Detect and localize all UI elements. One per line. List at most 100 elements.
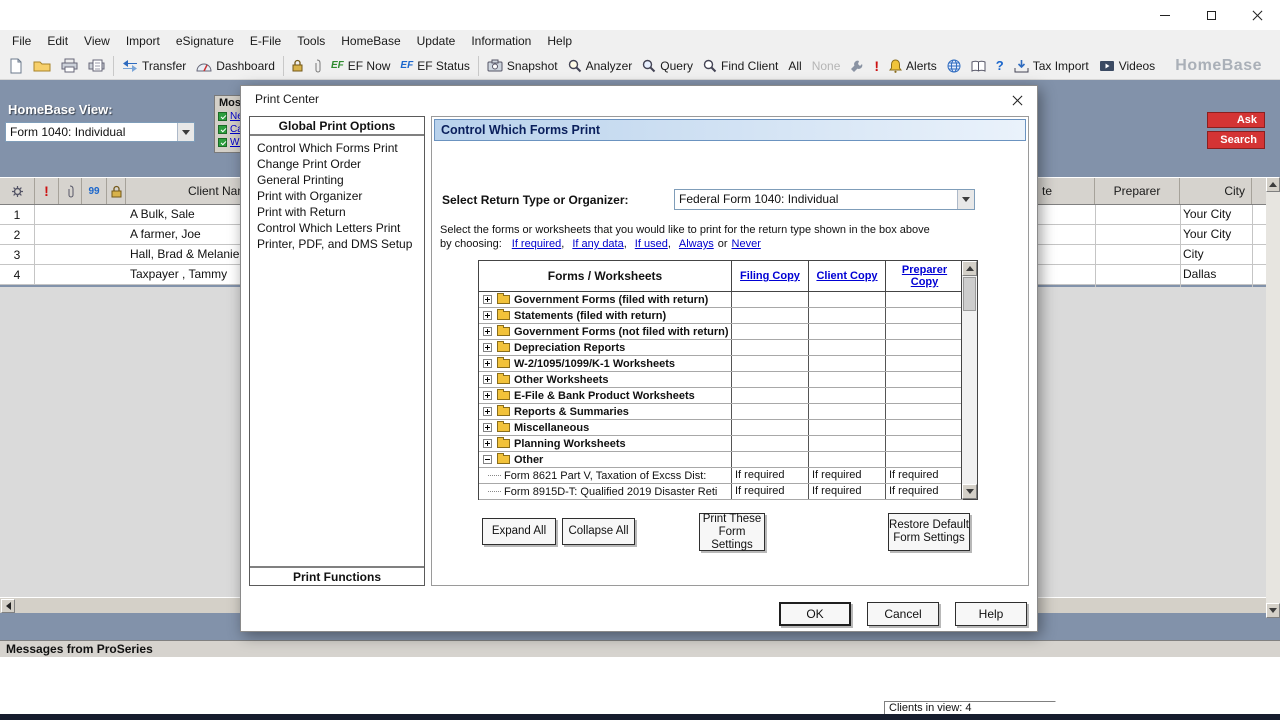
nav-item-general-printing[interactable]: General Printing xyxy=(250,172,424,188)
client-copy-cell[interactable] xyxy=(808,356,885,371)
minimize-button[interactable] xyxy=(1142,0,1188,30)
tree-folder-row[interactable]: Reports & Summaries xyxy=(479,404,963,420)
filing-copy-cell[interactable] xyxy=(731,388,808,403)
menu-esignature[interactable]: eSignature xyxy=(168,32,242,50)
tree-folder-row[interactable]: Other Worksheets xyxy=(479,372,963,388)
new-button[interactable] xyxy=(4,54,28,78)
ask-button[interactable]: Ask xyxy=(1207,112,1265,128)
cancel-button[interactable]: Cancel xyxy=(867,602,939,626)
scroll-up-button[interactable] xyxy=(962,261,977,276)
scroll-up-button[interactable] xyxy=(1266,177,1280,192)
filing-copy-cell[interactable]: If required xyxy=(731,468,808,483)
menu-view[interactable]: View xyxy=(76,32,118,50)
tree-folder-row[interactable]: Planning Worksheets xyxy=(479,436,963,452)
filing-copy-column-header[interactable]: Filing Copy xyxy=(731,261,808,291)
vertical-scrollbar[interactable] xyxy=(1266,177,1280,618)
tree-folder-row[interactable]: Government Forms (not filed with return) xyxy=(479,324,963,340)
nav-item-print-with-organizer[interactable]: Print with Organizer xyxy=(250,188,424,204)
menu-edit[interactable]: Edit xyxy=(39,32,76,50)
attachment-column-header[interactable] xyxy=(59,178,82,204)
expand-all-button[interactable]: Expand All xyxy=(482,518,556,545)
filing-copy-cell[interactable]: If required xyxy=(731,484,808,499)
nav-item-change-print-order[interactable]: Change Print Order xyxy=(250,156,424,172)
ok-button[interactable]: OK xyxy=(779,602,851,626)
preparer-copy-column-header[interactable]: Preparer Copy xyxy=(885,261,963,291)
videos-button[interactable]: Videos xyxy=(1094,54,1160,78)
dialog-close-button[interactable] xyxy=(1009,92,1025,108)
collapse-all-button[interactable]: Collapse All xyxy=(562,518,635,545)
client-copy-cell[interactable] xyxy=(808,388,885,403)
filing-copy-cell[interactable] xyxy=(731,356,808,371)
preparer-copy-cell[interactable] xyxy=(885,452,963,467)
expand-icon[interactable] xyxy=(483,327,492,336)
web-button[interactable] xyxy=(942,54,966,78)
ef-column-header[interactable]: 99 xyxy=(82,178,107,204)
filing-copy-cell[interactable] xyxy=(731,340,808,355)
tree-folder-row[interactable]: Government Forms (filed with return) xyxy=(479,292,963,308)
tree-leaf-row[interactable]: Form 8915D-T: Qualified 2019 Disaster Re… xyxy=(479,484,963,500)
tree-leaf-row[interactable]: Form 8621 Part V, Taxation of Excss Dist… xyxy=(479,468,963,484)
preparer-copy-cell[interactable] xyxy=(885,372,963,387)
expand-icon[interactable] xyxy=(483,439,492,448)
ef-now-button[interactable]: EF EF Now xyxy=(326,54,395,78)
if-used-link[interactable]: If used xyxy=(635,238,668,250)
filing-copy-cell[interactable] xyxy=(731,404,808,419)
client-copy-cell[interactable]: If required xyxy=(808,484,885,499)
menu-tools[interactable]: Tools xyxy=(289,32,333,50)
dashboard-button[interactable]: Dashboard xyxy=(191,54,280,78)
filing-copy-cell[interactable] xyxy=(731,420,808,435)
dropdown-arrow-button[interactable] xyxy=(177,123,194,141)
close-button[interactable] xyxy=(1234,0,1280,30)
client-copy-cell[interactable] xyxy=(808,404,885,419)
filing-copy-cell[interactable] xyxy=(731,308,808,323)
preparer-copy-cell[interactable] xyxy=(885,292,963,307)
alert-column-header[interactable]: ! xyxy=(35,178,59,204)
print-button[interactable] xyxy=(56,54,83,78)
partial-column-header[interactable]: te xyxy=(1038,178,1095,204)
menu-help[interactable]: Help xyxy=(539,32,580,50)
menu-homebase[interactable]: HomeBase xyxy=(333,32,408,50)
menu-update[interactable]: Update xyxy=(409,32,464,50)
filing-copy-cell[interactable] xyxy=(731,324,808,339)
client-copy-column-header[interactable]: Client Copy xyxy=(808,261,885,291)
help-button[interactable]: ? xyxy=(991,54,1009,78)
scroll-left-button[interactable] xyxy=(1,599,15,613)
library-button[interactable] xyxy=(966,54,991,78)
preparer-copy-cell[interactable] xyxy=(885,436,963,451)
collapse-icon[interactable] xyxy=(483,455,492,464)
scrollbar-thumb[interactable] xyxy=(963,277,976,311)
filing-copy-cell[interactable] xyxy=(731,292,808,307)
analyzer-button[interactable]: Analyzer xyxy=(563,54,638,78)
print-preview-button[interactable] xyxy=(83,54,110,78)
tree-folder-row[interactable]: Miscellaneous xyxy=(479,420,963,436)
client-copy-cell[interactable] xyxy=(808,340,885,355)
client-copy-cell[interactable] xyxy=(808,420,885,435)
expand-icon[interactable] xyxy=(483,391,492,400)
menu-information[interactable]: Information xyxy=(463,32,539,50)
filing-copy-cell[interactable] xyxy=(731,372,808,387)
preparer-copy-cell[interactable]: If required xyxy=(885,468,963,483)
tools-button[interactable] xyxy=(845,54,869,78)
lock-column-header[interactable] xyxy=(107,178,126,204)
preparer-copy-cell[interactable] xyxy=(885,388,963,403)
scroll-down-button[interactable] xyxy=(1266,603,1280,618)
always-link[interactable]: Always xyxy=(679,238,714,250)
query-button[interactable]: Query xyxy=(637,54,698,78)
expand-icon[interactable] xyxy=(483,407,492,416)
snapshot-button[interactable]: Snapshot xyxy=(482,54,563,78)
tree-folder-row[interactable]: Statements (filed with return) xyxy=(479,308,963,324)
client-copy-cell[interactable] xyxy=(808,324,885,339)
tree-folder-row[interactable]: W-2/1095/1099/K-1 Worksheets xyxy=(479,356,963,372)
client-copy-cell[interactable] xyxy=(808,452,885,467)
find-client-button[interactable]: Find Client xyxy=(698,54,783,78)
scroll-down-button[interactable] xyxy=(962,484,977,499)
client-copy-cell[interactable] xyxy=(808,308,885,323)
filing-copy-cell[interactable] xyxy=(731,452,808,467)
restore-default-form-settings-button[interactable]: Restore Default Form Settings xyxy=(888,513,970,551)
forms-table-scrollbar[interactable] xyxy=(961,261,977,499)
print-these-form-settings-button[interactable]: Print These Form Settings xyxy=(699,513,765,551)
all-button[interactable]: All xyxy=(783,54,806,78)
client-copy-cell[interactable] xyxy=(808,436,885,451)
gear-column-header[interactable] xyxy=(0,178,35,204)
alerts-button[interactable]: Alerts xyxy=(884,54,942,78)
